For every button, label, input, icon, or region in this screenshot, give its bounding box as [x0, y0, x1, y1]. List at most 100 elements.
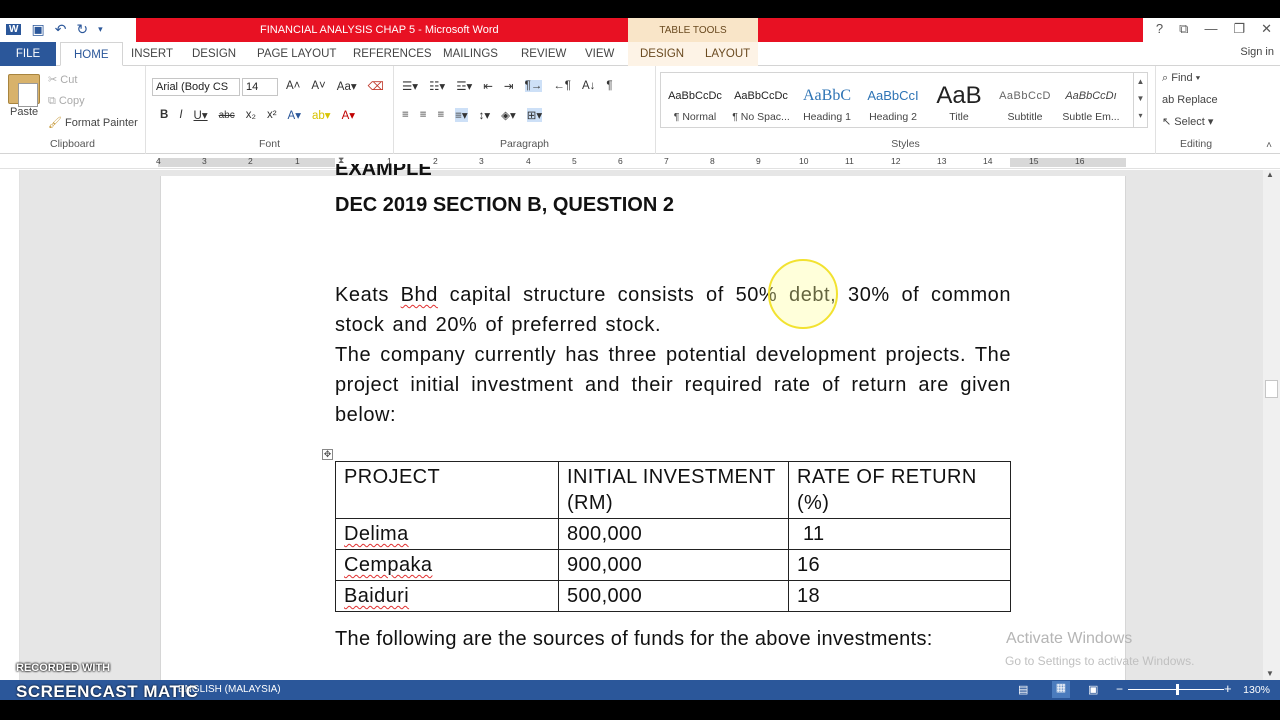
ribbon-display-icon[interactable]: ⧉: [1179, 21, 1188, 37]
close-icon[interactable]: ✕: [1261, 21, 1272, 37]
read-mode-icon[interactable]: ▤: [1018, 683, 1028, 696]
tab-view[interactable]: VIEW: [585, 42, 614, 66]
table-cell[interactable]: 800,000: [558, 518, 789, 550]
tab-table-design[interactable]: DESIGN: [640, 42, 684, 66]
select-button[interactable]: ↖ Select ▾: [1162, 115, 1213, 128]
subscript-icon[interactable]: x₂: [246, 109, 256, 121]
undo-icon[interactable]: ↶: [55, 21, 67, 38]
paragraph-capital-structure[interactable]: Keats Bhd capital structure consists of …: [335, 280, 1011, 340]
table-cell[interactable]: 11: [788, 518, 1011, 550]
grow-font-icon[interactable]: A˄: [286, 80, 300, 92]
rtl-icon[interactable]: ←¶: [553, 80, 571, 92]
tab-mailings[interactable]: MAILINGS: [443, 42, 498, 66]
zoom-out-icon[interactable]: −: [1116, 682, 1123, 696]
sign-in-link[interactable]: Sign in: [1240, 46, 1274, 58]
align-right-icon[interactable]: ≡: [437, 109, 444, 121]
tab-page-layout[interactable]: PAGE LAYOUT: [257, 42, 336, 66]
text-effects-icon[interactable]: A▾: [288, 108, 301, 122]
scroll-up-icon[interactable]: ▲: [1266, 170, 1274, 179]
find-button[interactable]: ⌕ Find ▾: [1162, 72, 1200, 85]
tab-design[interactable]: DESIGN: [192, 42, 236, 66]
shrink-font-icon[interactable]: A˅: [311, 80, 325, 92]
font-family-combo[interactable]: Arial (Body CS: [152, 78, 240, 96]
replace-button[interactable]: ab Replace: [1162, 94, 1218, 106]
vertical-ruler[interactable]: [0, 170, 20, 680]
decrease-indent-icon[interactable]: ⇤: [483, 79, 493, 93]
restore-icon[interactable]: ❐: [1233, 21, 1245, 37]
horizontal-ruler[interactable]: 4 3 2 1 1 2 3 4 5 6 7 8 9 10 11 12 13 14…: [0, 155, 1280, 169]
paragraph-sources[interactable]: The following are the sources of funds f…: [335, 628, 933, 651]
style-normal[interactable]: AaBbCcDc ¶ Normal: [662, 81, 728, 133]
scroll-thumb[interactable]: [1265, 380, 1278, 398]
style-heading-1[interactable]: AaBbC Heading 1: [794, 81, 860, 133]
tab-file[interactable]: FILE: [0, 42, 56, 66]
clear-formatting-icon[interactable]: ⌫: [368, 79, 384, 93]
customize-qat-icon[interactable]: ▾: [98, 24, 103, 35]
style-no-spacing[interactable]: AaBbCcDc ¶ No Spac...: [728, 81, 794, 133]
numbering-icon[interactable]: ☷▾: [429, 79, 445, 93]
tab-review[interactable]: REVIEW: [521, 42, 566, 66]
styles-scroll-icon[interactable]: ▲ ▼ ▾: [1133, 73, 1147, 127]
paste-icon[interactable]: [8, 74, 40, 107]
collapse-ribbon-icon[interactable]: ˄: [1266, 140, 1272, 151]
ltr-icon[interactable]: ¶→: [524, 80, 543, 92]
projects-table[interactable]: PROJECT INITIAL INVESTMENT (RM) RATE OF …: [335, 461, 1011, 612]
justify-icon[interactable]: ≡▾: [455, 108, 468, 122]
style-heading-2[interactable]: AaBbCcI Heading 2: [860, 81, 926, 133]
table-cell[interactable]: 500,000: [558, 580, 789, 612]
scroll-down-icon[interactable]: ▼: [1266, 669, 1274, 678]
increase-indent-icon[interactable]: ⇥: [504, 79, 514, 93]
cut-button[interactable]: ✂ Cut: [48, 73, 77, 86]
font-color-icon[interactable]: A▾: [342, 108, 355, 122]
tab-references[interactable]: REFERENCES: [353, 42, 432, 66]
bullets-icon[interactable]: ☰▾: [402, 79, 418, 93]
superscript-icon[interactable]: x²: [267, 109, 277, 121]
web-layout-icon[interactable]: ▣: [1088, 683, 1098, 696]
table-cell[interactable]: 900,000: [558, 549, 789, 581]
zoom-level[interactable]: 130%: [1243, 684, 1270, 696]
minimize-icon[interactable]: —: [1204, 21, 1217, 37]
vertical-scrollbar[interactable]: ▲ ▼: [1263, 170, 1280, 680]
line-spacing-icon[interactable]: ↕▾: [479, 108, 491, 122]
change-case-icon[interactable]: Aa▾: [337, 79, 357, 93]
table-cell[interactable]: Cempaka: [335, 549, 559, 581]
multilevel-list-icon[interactable]: ☲▾: [456, 79, 472, 93]
paste-button[interactable]: Paste: [10, 106, 38, 118]
paragraph-projects[interactable]: The company currently has three potentia…: [335, 340, 1011, 430]
tab-table-layout[interactable]: LAYOUT: [705, 42, 750, 66]
table-header-cell[interactable]: RATE OF RETURN (%): [788, 461, 1011, 519]
table-header-cell[interactable]: PROJECT: [335, 461, 559, 519]
style-title[interactable]: AaB Title: [926, 81, 992, 133]
copy-button[interactable]: ⧉ Copy: [48, 95, 85, 108]
document-page[interactable]: [160, 176, 1126, 696]
show-marks-icon[interactable]: ¶: [606, 80, 612, 92]
save-icon[interactable]: ▣: [31, 21, 44, 38]
highlight-icon[interactable]: ab▾: [312, 108, 331, 122]
style-subtle-emphasis[interactable]: AaBbCcDı Subtle Em...: [1058, 81, 1124, 133]
bold-icon[interactable]: B: [160, 109, 168, 121]
help-icon[interactable]: ?: [1156, 21, 1163, 37]
zoom-in-icon[interactable]: +: [1224, 681, 1232, 696]
align-center-icon[interactable]: ≡: [420, 109, 427, 121]
format-painter-button[interactable]: 🖌 Format Painter: [48, 116, 138, 129]
tab-insert[interactable]: INSERT: [131, 42, 173, 66]
strikethrough-icon[interactable]: abc: [219, 110, 235, 121]
table-cell[interactable]: 18: [788, 580, 1011, 612]
print-layout-icon[interactable]: ▦: [1052, 681, 1070, 698]
table-move-handle-icon[interactable]: ✥: [322, 449, 333, 460]
italic-icon[interactable]: I: [179, 109, 182, 121]
borders-icon[interactable]: ⊞▾: [526, 108, 543, 122]
sort-icon[interactable]: A↓: [582, 80, 595, 92]
align-left-icon[interactable]: ≡: [402, 109, 409, 121]
style-subtitle[interactable]: AaBbCcD Subtitle: [992, 81, 1058, 133]
table-header-cell[interactable]: INITIAL INVESTMENT (RM): [558, 461, 789, 519]
zoom-slider-thumb[interactable]: [1176, 684, 1179, 695]
table-cell[interactable]: Baiduri: [335, 580, 559, 612]
redo-icon[interactable]: ↻: [76, 21, 88, 38]
shading-icon[interactable]: ◈▾: [501, 108, 516, 122]
table-cell[interactable]: Delima: [335, 518, 559, 550]
tab-home[interactable]: HOME: [60, 42, 123, 66]
underline-icon[interactable]: U▾: [194, 108, 208, 122]
table-cell[interactable]: 16: [788, 549, 1011, 581]
font-size-combo[interactable]: 14: [242, 78, 278, 96]
